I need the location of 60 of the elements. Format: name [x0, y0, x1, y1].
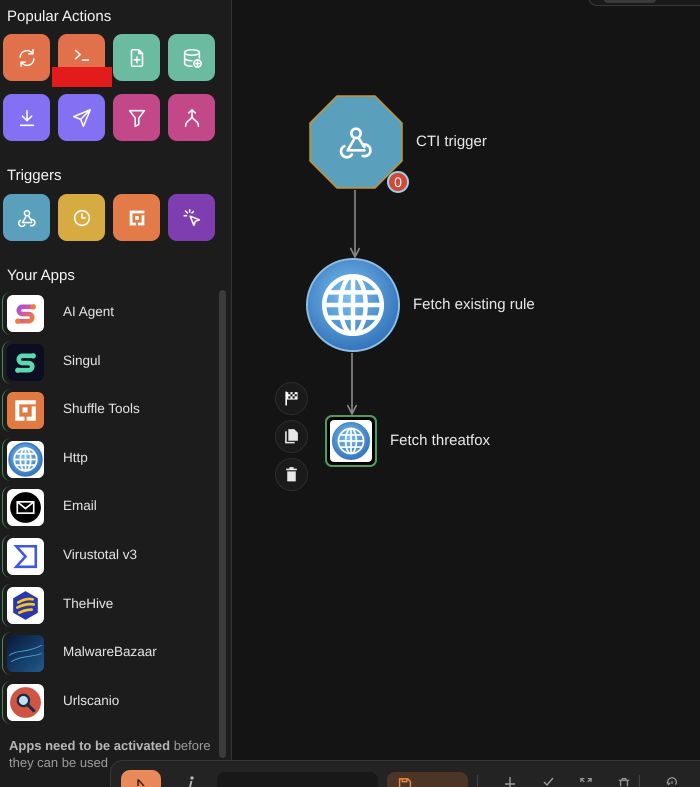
app-list-item[interactable]: Http [2, 438, 202, 481]
activation-note: Apps need to be activated before they can be used [8, 737, 212, 772]
node-label: Fetch threatfox [390, 431, 490, 451]
scrollbar[interactable] [219, 290, 226, 758]
delete-button[interactable] [275, 458, 308, 491]
send-icon [70, 106, 92, 128]
globe-icon [332, 422, 370, 460]
trash-icon [283, 466, 300, 483]
envelope-icon [7, 489, 44, 526]
app-list-item[interactable]: Urlscanio [2, 680, 202, 724]
app-list-item[interactable]: Virustotal v3 [2, 534, 202, 578]
bracket-logo-icon [7, 392, 44, 430]
copy-button[interactable] [275, 420, 308, 453]
action-button[interactable] [58, 34, 105, 67]
section-heading: Popular Actions [6, 8, 112, 26]
app-list-item[interactable]: Shuffle Tools [2, 389, 202, 432]
checkered-flag-icon [283, 390, 300, 407]
globe-icon [7, 440, 44, 478]
pointer-click-icon [180, 206, 202, 228]
run-button[interactable] [121, 770, 161, 787]
globe-icon [308, 260, 398, 350]
sigma-icon [7, 538, 44, 575]
app-list-item[interactable]: Email [2, 486, 202, 530]
app-list-item[interactable]: MalwareBazaar [2, 632, 202, 676]
image-placeholder [7, 635, 44, 672]
copy-icon [283, 428, 300, 445]
save-button[interactable] [387, 772, 468, 787]
action-button[interactable] [3, 94, 50, 141]
hexagon-logo-icon [7, 586, 44, 624]
node-label: Fetch existing rule [413, 295, 535, 315]
app-list-item[interactable]: TheHive [2, 584, 202, 627]
s-logo-icon [7, 344, 44, 381]
check-icon[interactable] [542, 777, 554, 787]
s-logo-icon [7, 295, 44, 332]
section-heading: Triggers [6, 167, 62, 185]
history-icon[interactable] [666, 777, 678, 787]
trigger-button[interactable] [58, 194, 105, 241]
trigger-button[interactable] [113, 194, 160, 241]
node-label: CTI trigger [416, 132, 487, 152]
start-node-button[interactable] [275, 382, 308, 415]
plus-icon[interactable] [504, 777, 516, 787]
action-button[interactable] [113, 94, 160, 141]
trash-icon[interactable] [618, 777, 630, 787]
save-icon [398, 778, 412, 787]
app-list-item[interactable]: Singul [2, 340, 202, 384]
section-heading: Your Apps [6, 267, 75, 285]
magnifier-icon [7, 684, 44, 721]
count-badge: 0 [387, 171, 409, 193]
action-button[interactable] [168, 34, 215, 81]
app-list-item[interactable]: AI Agent [2, 292, 202, 335]
action-button[interactable] [3, 34, 50, 81]
trigger-button[interactable] [168, 194, 215, 241]
trigger-node[interactable] [309, 95, 403, 189]
trigger-button[interactable] [3, 194, 50, 241]
play-icon [136, 778, 146, 787]
action-button[interactable] [168, 94, 215, 141]
action-button[interactable] [58, 94, 105, 141]
info-icon[interactable] [187, 776, 195, 787]
action-button[interactable] [113, 34, 160, 81]
action-node[interactable] [325, 415, 377, 467]
